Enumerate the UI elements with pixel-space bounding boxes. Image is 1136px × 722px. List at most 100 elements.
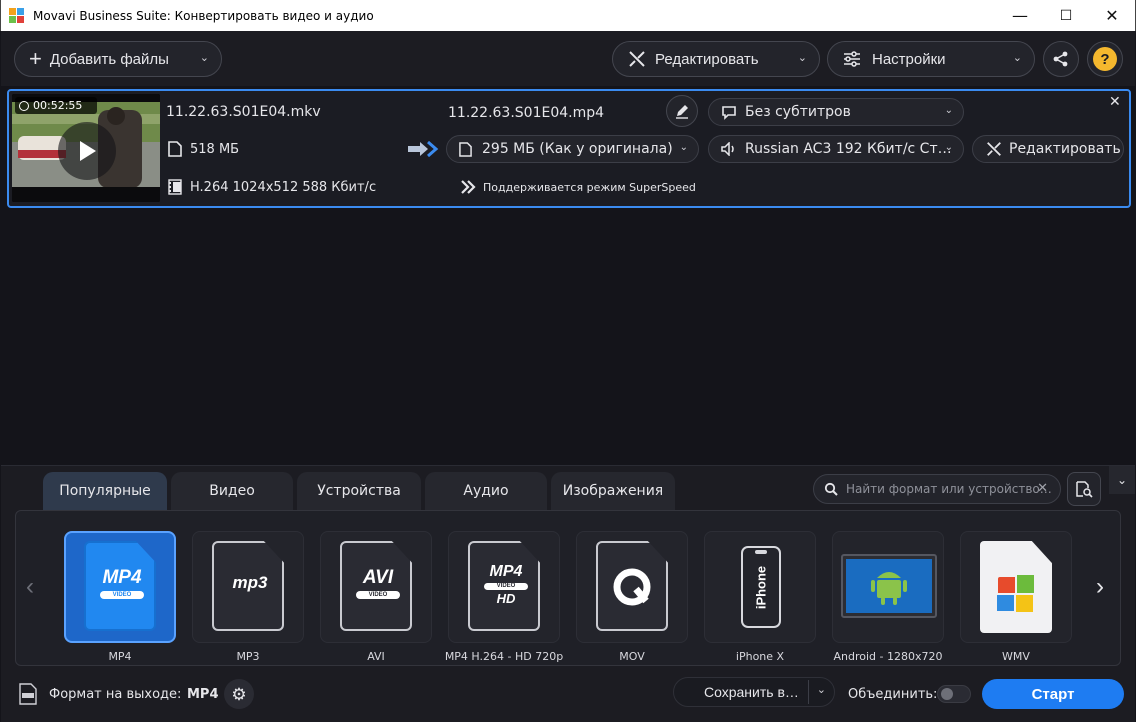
chevron-down-icon: ⌄ (816, 684, 826, 696)
audio-track-dropdown[interactable]: Russian AC3 192 Кбит/с Ст… ⌄ (708, 135, 964, 163)
maximize-button[interactable]: ☐ (1043, 0, 1089, 31)
format-tile-avi[interactable]: AVI VIDEO (320, 531, 432, 643)
edit-file-label: Редактировать (1009, 141, 1121, 157)
share-icon (1053, 51, 1068, 67)
output-settings-button[interactable]: ⚙ (224, 679, 254, 709)
format-tile-wmv[interactable] (960, 531, 1072, 643)
merge-label: Объединить: (848, 687, 938, 702)
source-file-size: 518 МБ (190, 142, 240, 157)
play-icon[interactable] (58, 122, 116, 180)
start-button[interactable]: Старт (982, 679, 1124, 709)
format-label: iPhone X (735, 650, 785, 663)
tab-video[interactable]: Видео (171, 472, 293, 510)
speech-bubble-icon (722, 105, 736, 120)
app-logo-icon (9, 7, 25, 24)
output-size-label: 295 МБ (Как у оригинала) (482, 141, 673, 157)
title-bar: Movavi Business Suite: Конвертировать ви… (0, 0, 1136, 31)
chevron-down-icon: ⌄ (944, 105, 953, 116)
format-label: Android - 1280x720 (833, 650, 943, 663)
mp4-hd-icon: MP4 VIDEO HD (468, 541, 540, 631)
help-button[interactable]: ? (1087, 41, 1123, 77)
rename-button[interactable] (666, 95, 698, 127)
pencil-icon (676, 105, 688, 119)
chevron-down-icon: ⌄ (797, 52, 807, 64)
file-list-area: 00:52:55 11.22.63.S01E04.mkv 518 МБ H.26… (1, 86, 1135, 465)
tools-icon (629, 51, 645, 67)
format-tile-android[interactable] (832, 531, 944, 643)
tab-audio[interactable]: Аудио (425, 472, 547, 510)
chevron-left-icon[interactable]: ‹ (26, 573, 34, 601)
duration-text: 00:52:55 (33, 99, 83, 112)
chevron-right-icon[interactable]: › (1096, 573, 1104, 601)
edit-file-button[interactable]: Редактировать (972, 135, 1124, 163)
add-files-button[interactable]: + Добавить файлы ⌄ (14, 41, 222, 77)
format-tile-mp3[interactable]: mp3 (192, 531, 304, 643)
format-tile-mp4[interactable]: MP4 VIDEO (64, 531, 176, 643)
speaker-icon (721, 142, 734, 156)
merge-toggle[interactable] (937, 685, 971, 703)
format-search-box[interactable]: Найти формат или устройство… ✕ (813, 474, 1061, 504)
output-format-value: MP4 (187, 687, 219, 702)
superspeed-icon (461, 180, 476, 194)
gear-icon: ⚙ (231, 684, 247, 704)
format-label: MOV (619, 650, 645, 663)
share-button[interactable] (1043, 41, 1079, 77)
tab-images[interactable]: Изображения (551, 472, 675, 510)
format-label: MP4 (108, 650, 132, 663)
minimize-button[interactable]: — (997, 0, 1043, 31)
save-to-dropdown[interactable]: Сохранить в… ⌄ (673, 677, 835, 707)
format-tile-mov[interactable] (576, 531, 688, 643)
file-icon (168, 141, 182, 157)
quicktime-icon (596, 541, 668, 631)
save-to-label: Сохранить в… (704, 684, 799, 700)
subtitles-dropdown[interactable]: Без субтитров ⌄ (708, 98, 964, 126)
android-icon (841, 554, 937, 618)
format-label: MP4 H.264 - HD 720p (444, 650, 564, 663)
subtitles-label: Без субтитров (745, 104, 851, 120)
plus-icon: + (29, 46, 42, 71)
detect-format-button[interactable] (1067, 472, 1101, 506)
format-carousel: ‹ › MP4 VIDEO MP4 mp3 MP3 AVI VIDEO AVI (15, 510, 1121, 666)
chevron-down-icon: ⌄ (199, 52, 209, 64)
close-window-button[interactable]: ✕ (1089, 0, 1135, 31)
format-tile-mp4-hd[interactable]: MP4 VIDEO HD (448, 531, 560, 643)
collapse-panel-button[interactable]: ⌄ (1109, 466, 1135, 494)
output-format-file-icon (19, 683, 37, 705)
format-panel: Популярные Видео Устройства Аудио Изобра… (1, 465, 1135, 722)
video-thumbnail[interactable]: 00:52:55 (12, 94, 160, 202)
chevron-down-icon: ⌄ (944, 142, 953, 153)
edit-label: Редактировать (655, 50, 759, 68)
windows-icon (980, 541, 1052, 633)
iphone-icon: iPhone (741, 546, 781, 628)
remove-file-icon[interactable]: ✕ (1109, 93, 1121, 110)
main-toolbar: + Добавить файлы ⌄ Редактировать ⌄ Настр… (1, 31, 1135, 86)
format-label: MP3 (236, 650, 260, 663)
film-strip-icon (168, 179, 182, 195)
tab-popular[interactable]: Популярные (43, 472, 167, 510)
window-title: Movavi Business Suite: Конвертировать ви… (33, 8, 374, 23)
edit-dropdown-button[interactable]: Редактировать ⌄ (612, 41, 820, 77)
search-input[interactable]: Найти формат или устройство… (846, 482, 1052, 496)
chevron-down-icon: ⌄ (679, 142, 688, 153)
chevron-down-icon: ⌄ (1012, 52, 1022, 64)
mp3-icon: mp3 (212, 541, 284, 631)
source-codec-info: H.264 1024x512 588 Кбит/с (190, 180, 377, 195)
output-format-label: Формат на выходе: (49, 687, 182, 702)
avi-icon: AVI VIDEO (340, 541, 412, 631)
settings-label: Настройки (872, 50, 946, 68)
merge-toggle-knob (941, 688, 953, 700)
file-row[interactable]: 00:52:55 11.22.63.S01E04.mkv 518 МБ H.26… (7, 89, 1131, 208)
search-icon (824, 482, 838, 496)
settings-dropdown-button[interactable]: Настройки ⌄ (827, 41, 1035, 77)
tab-devices[interactable]: Устройства (297, 472, 421, 510)
format-tile-iphone[interactable]: iPhone (704, 531, 816, 643)
superspeed-text: Поддерживается режим SuperSpeed (483, 181, 696, 194)
audio-track-label: Russian AC3 192 Кбит/с Ст… (745, 141, 952, 157)
dropdown-divider (808, 680, 809, 704)
output-size-dropdown[interactable]: 295 МБ (Как у оригинала) ⌄ (446, 135, 699, 163)
format-label: WMV (1002, 650, 1030, 663)
clear-search-icon[interactable]: ✕ (1037, 481, 1048, 496)
output-file-name[interactable]: 11.22.63.S01E04.mp4 (448, 105, 604, 121)
help-icon: ? (1093, 47, 1117, 71)
start-label: Старт (1031, 685, 1075, 703)
